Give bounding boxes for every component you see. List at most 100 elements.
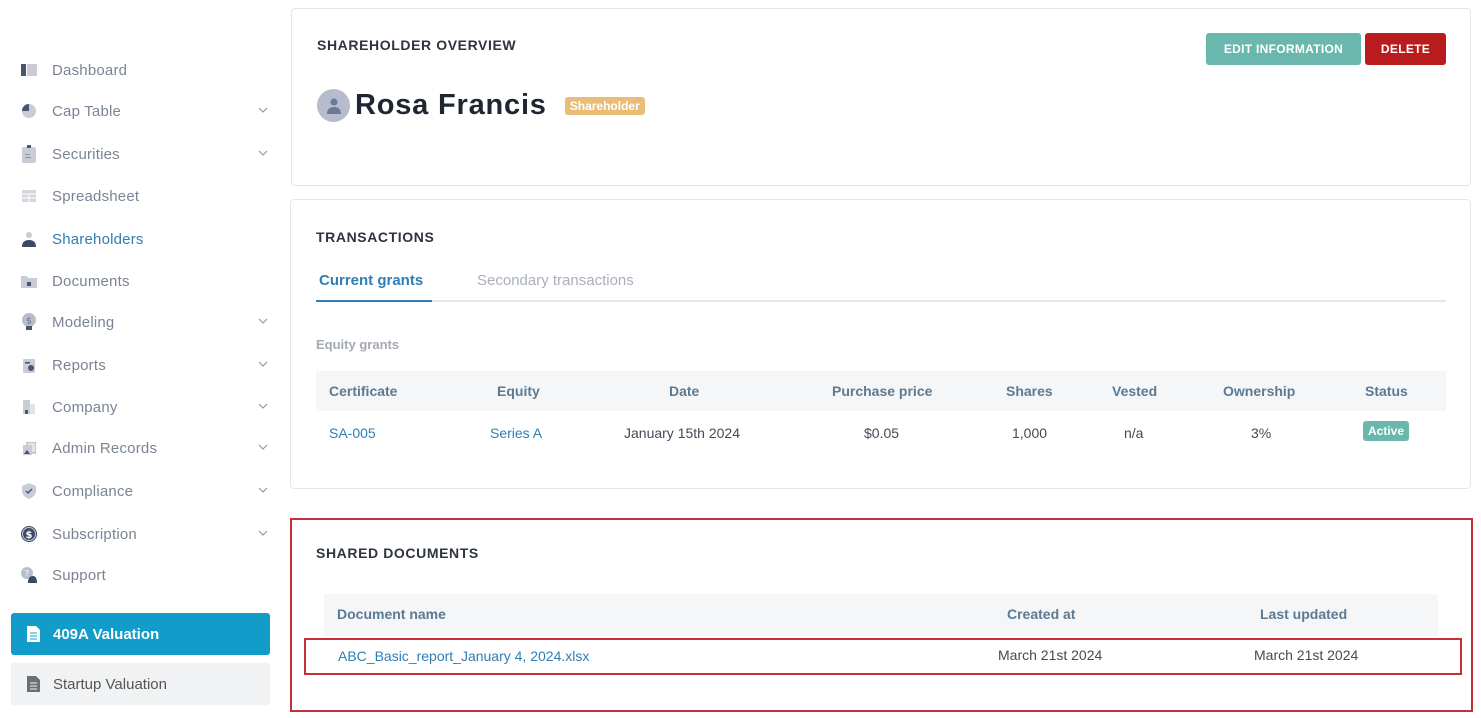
column-header-certificate[interactable]: Certificate (329, 383, 397, 399)
dashboard-icon (20, 61, 38, 79)
table-row: ABC_Basic_report_January 4, 2024.xlsx Ma… (304, 638, 1462, 675)
409a-valuation-button[interactable]: 409A Valuation (11, 613, 270, 655)
edit-information-button[interactable]: EDIT INFORMATION (1206, 33, 1361, 65)
person-icon (326, 98, 341, 114)
chevron-down-icon[interactable] (257, 400, 269, 412)
shareholder-name: Rosa Francis (355, 89, 547, 121)
chevron-down-icon[interactable] (257, 147, 269, 159)
column-header-date[interactable]: Date (669, 383, 699, 399)
sidebar: Dashboard Cap Table Securities Spreadshe… (0, 0, 285, 718)
column-header-last-updated[interactable]: Last updated (1260, 606, 1347, 622)
documents-table-header: Document name Created at Last updated (324, 594, 1438, 636)
equity-link[interactable]: Series A (490, 425, 542, 441)
sidebar-item-admin-records[interactable]: Admin Records (20, 433, 275, 463)
role-badge: Shareholder (564, 96, 645, 115)
delete-button[interactable]: DELETE (1365, 33, 1446, 65)
sidebar-item-label: Cap Table (52, 102, 122, 120)
chevron-down-icon[interactable] (257, 104, 269, 116)
sidebar-item-dashboard[interactable]: Dashboard (20, 55, 275, 85)
sidebar-item-spreadsheet[interactable]: Spreadsheet (20, 181, 275, 211)
pie-chart-icon (20, 102, 38, 120)
equity-grants-label: Equity grants (316, 337, 400, 352)
chevron-down-icon[interactable] (257, 484, 269, 496)
document-icon (27, 626, 40, 642)
document-name-link[interactable]: ABC_Basic_report_January 4, 2024.xlsx (338, 648, 589, 664)
spreadsheet-icon (20, 187, 38, 205)
sidebar-item-label: Support (52, 566, 106, 584)
lightbulb-dollar-icon: $ (20, 313, 38, 331)
sidebar-item-label: Reports (52, 356, 106, 374)
shield-check-icon (20, 482, 38, 500)
records-icon (20, 439, 38, 457)
grant-date: January 15th 2024 (624, 425, 740, 441)
sidebar-item-label: Spreadsheet (52, 187, 140, 205)
avatar (317, 89, 350, 122)
svg-text:$: $ (26, 530, 33, 541)
column-header-ownership[interactable]: Ownership (1223, 383, 1295, 399)
sidebar-item-company[interactable]: Company (20, 392, 275, 422)
sidebar-item-label: Shareholders (52, 230, 144, 248)
sidebar-item-label: Company (52, 398, 118, 416)
status-badge: Active (1363, 421, 1410, 441)
sidebar-item-cap-table[interactable]: Cap Table (20, 96, 275, 126)
document-last-updated: March 21st 2024 (1254, 647, 1359, 663)
document-icon (27, 676, 40, 692)
tab-current-grants[interactable]: Current grants (319, 272, 423, 289)
transactions-card: TRANSACTIONS Current grants Secondary tr… (290, 199, 1471, 489)
sidebar-item-compliance[interactable]: Compliance (20, 476, 275, 506)
tab-secondary-transactions[interactable]: Secondary transactions (477, 272, 634, 289)
sidebar-item-label: Securities (52, 145, 120, 163)
column-header-shares[interactable]: Shares (1006, 383, 1053, 399)
startup-valuation-label: Startup Valuation (53, 675, 167, 693)
column-header-equity[interactable]: Equity (497, 383, 540, 399)
chevron-down-icon[interactable] (257, 358, 269, 370)
startup-valuation-button[interactable]: Startup Valuation (11, 663, 270, 705)
column-header-document-name[interactable]: Document name (337, 606, 446, 622)
column-header-purchase-price[interactable]: Purchase price (832, 383, 932, 399)
chevron-down-icon[interactable] (257, 315, 269, 327)
certificate-link[interactable]: SA-005 (329, 425, 376, 441)
sidebar-item-modeling[interactable]: $ Modeling (20, 307, 275, 337)
sidebar-item-securities[interactable]: Securities (20, 139, 275, 169)
support-chat-icon: ? (20, 566, 38, 584)
sidebar-item-label: Subscription (52, 525, 137, 543)
column-header-created-at[interactable]: Created at (1007, 606, 1075, 622)
sidebar-item-label: Documents (52, 272, 130, 290)
sidebar-item-support[interactable]: ? Support (20, 560, 275, 590)
purchase-price: $0.05 (864, 425, 900, 441)
vested: n/a (1124, 425, 1144, 441)
chevron-down-icon[interactable] (257, 441, 269, 453)
ownership: 3% (1251, 425, 1272, 441)
sidebar-item-shareholders[interactable]: Shareholders (20, 224, 275, 254)
shared-documents-title: SHARED DOCUMENTS (316, 545, 479, 561)
column-header-vested[interactable]: Vested (1112, 383, 1157, 399)
chevron-down-icon[interactable] (257, 527, 269, 539)
sidebar-item-documents[interactable]: Documents (20, 266, 275, 296)
person-icon (20, 230, 38, 248)
svg-text:?: ? (25, 569, 29, 578)
overview-title: SHAREHOLDER OVERVIEW (317, 37, 517, 53)
409a-valuation-label: 409A Valuation (53, 625, 160, 643)
grants-table-header: Certificate Equity Date Purchase price S… (316, 371, 1446, 411)
transactions-tabs: Current grants Secondary transactions (316, 264, 1446, 302)
shareholder-name-row: Rosa Francis Shareholder (317, 89, 645, 122)
document-created-at: March 21st 2024 (998, 647, 1103, 663)
building-icon (20, 398, 38, 416)
sidebar-item-subscription[interactable]: $ Subscription (20, 519, 275, 549)
transactions-title: TRANSACTIONS (316, 229, 435, 245)
folder-lock-icon (20, 272, 38, 290)
clipboard-icon (20, 145, 38, 163)
sidebar-item-label: Admin Records (52, 439, 158, 457)
report-icon (20, 356, 38, 374)
sidebar-item-label: Dashboard (52, 61, 128, 79)
shared-documents-card: SHARED DOCUMENTS Document name Created a… (290, 518, 1473, 712)
svg-text:$: $ (26, 317, 32, 327)
sidebar-item-label: Modeling (52, 313, 115, 331)
column-header-status[interactable]: Status (1365, 383, 1408, 399)
sidebar-item-reports[interactable]: Reports (20, 350, 275, 380)
shareholder-overview-card: SHAREHOLDER OVERVIEW EDIT INFORMATION DE… (291, 8, 1471, 186)
dollar-circle-icon: $ (20, 525, 38, 543)
shares: 1,000 (1012, 425, 1048, 441)
active-tab-indicator (316, 300, 432, 302)
sidebar-item-label: Compliance (52, 482, 134, 500)
